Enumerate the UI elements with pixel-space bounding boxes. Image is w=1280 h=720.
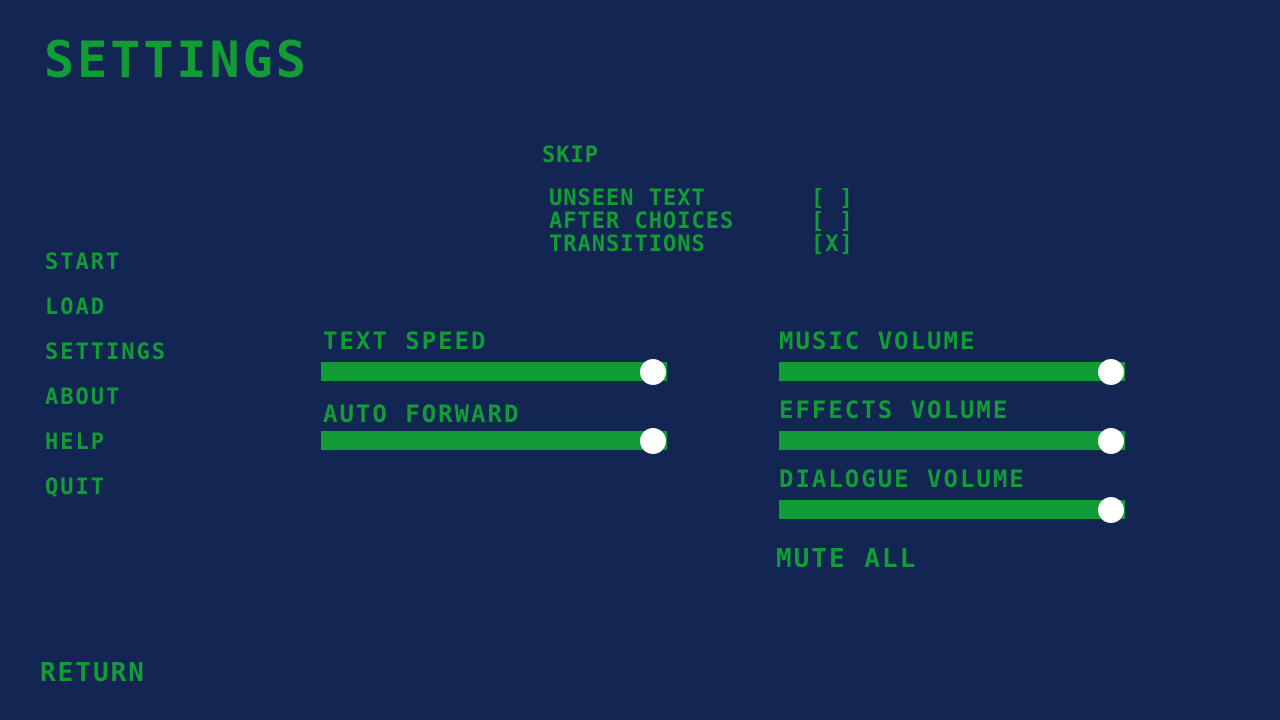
skip-option-label: TRANSITIONS [549, 232, 706, 257]
page-title: SETTINGS [44, 31, 309, 89]
text-speed-control: TEXT SPEED [321, 326, 667, 385]
dialogue-volume-label: DIALOGUE VOLUME [779, 465, 1026, 493]
nav-item-quit[interactable]: QUIT [45, 473, 167, 503]
slider-fill [779, 500, 1125, 519]
return-button[interactable]: RETURN [40, 658, 146, 688]
music-volume-control: MUSIC VOLUME [779, 326, 1125, 385]
nav-item-start[interactable]: START [45, 248, 167, 278]
slider-thumb[interactable] [640, 428, 666, 454]
skip-option-label: AFTER CHOICES [549, 209, 735, 234]
nav-item-help[interactable]: HELP [45, 428, 167, 458]
music-volume-slider[interactable] [779, 359, 1125, 385]
effects-volume-label: EFFECTS VOLUME [779, 396, 1010, 424]
slider-fill [321, 362, 667, 381]
auto-forward-slider[interactable] [321, 428, 667, 454]
dialogue-volume-slider[interactable] [779, 497, 1125, 523]
effects-volume-control: EFFECTS VOLUME [779, 395, 1125, 454]
nav-item-settings[interactable]: SETTINGS [45, 338, 167, 368]
slider-fill [779, 362, 1125, 381]
text-speed-label: TEXT SPEED [323, 327, 488, 355]
slider-thumb[interactable] [1098, 428, 1124, 454]
skip-heading: SKIP [542, 143, 599, 168]
text-speed-slider[interactable] [321, 359, 667, 385]
auto-forward-control: AUTO FORWARD [321, 399, 667, 454]
skip-checkbox[interactable]: [ ] [811, 187, 854, 210]
skip-option-transitions[interactable]: TRANSITIONS [X] [549, 233, 854, 256]
slider-thumb[interactable] [1098, 359, 1124, 385]
skip-option-label: UNSEEN TEXT [549, 186, 706, 211]
nav-item-load[interactable]: LOAD [45, 293, 167, 323]
slider-thumb[interactable] [640, 359, 666, 385]
slider-fill [779, 431, 1125, 450]
main-menu: START LOAD SETTINGS ABOUT HELP QUIT [45, 248, 167, 518]
nav-item-about[interactable]: ABOUT [45, 383, 167, 413]
mute-all-button[interactable]: MUTE ALL [776, 544, 917, 574]
slider-fill [321, 431, 667, 450]
music-volume-label: MUSIC VOLUME [779, 327, 977, 355]
slider-thumb[interactable] [1098, 497, 1124, 523]
skip-checkbox[interactable]: [X] [811, 233, 854, 256]
skip-checkbox[interactable]: [ ] [811, 210, 854, 233]
skip-option-after-choices[interactable]: AFTER CHOICES [ ] [549, 210, 854, 233]
effects-volume-slider[interactable] [779, 428, 1125, 454]
skip-option-unseen-text[interactable]: UNSEEN TEXT [ ] [549, 187, 854, 210]
skip-section: SKIP UNSEEN TEXT [ ] AFTER CHOICES [ ] T… [542, 141, 854, 256]
auto-forward-label: AUTO FORWARD [323, 400, 521, 428]
dialogue-volume-control: DIALOGUE VOLUME [779, 464, 1125, 523]
